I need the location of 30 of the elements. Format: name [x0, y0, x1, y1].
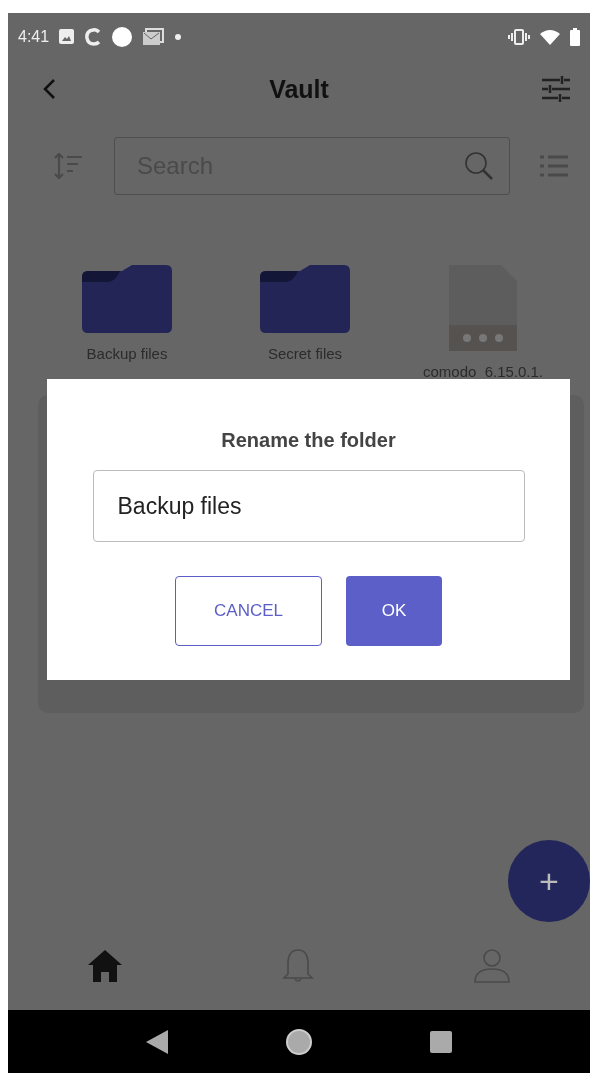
dot-icon: [174, 32, 183, 41]
wifi-icon: [540, 28, 560, 45]
folder-icon: [260, 265, 350, 333]
ok-button[interactable]: OK: [346, 576, 442, 646]
search-icon: [464, 151, 494, 181]
image-icon: [59, 29, 75, 44]
home-icon: [87, 949, 124, 983]
name-input-field[interactable]: Backup files: [92, 470, 525, 542]
page-title: Vault: [268, 74, 330, 104]
battery-icon: [570, 27, 580, 46]
folder-icon: [82, 265, 172, 333]
item-name: Backup files: [86, 345, 168, 362]
bell-icon: [282, 948, 314, 984]
back-icon[interactable]: [42, 78, 56, 100]
mail-icon: [142, 27, 165, 46]
file-icon: [449, 265, 517, 351]
filter-icon[interactable]: [542, 76, 570, 102]
person-icon: [472, 948, 511, 984]
recents-nav-icon[interactable]: [429, 1030, 452, 1053]
home-nav-icon[interactable]: [285, 1027, 313, 1056]
add-button[interactable]: +: [508, 840, 590, 922]
vibrate-icon: [508, 28, 530, 45]
cancel-button[interactable]: CANCEL: [175, 576, 322, 646]
dialog-title: Rename the folder: [221, 429, 396, 452]
circle-icon: [112, 26, 133, 47]
c-logo-icon: [84, 27, 103, 46]
item-name: comodo_6.15.0.1.: [422, 363, 544, 380]
back-nav-icon[interactable]: [146, 1029, 169, 1054]
status-time: 4:41: [18, 27, 50, 46]
item-name: Secret files: [267, 345, 343, 362]
